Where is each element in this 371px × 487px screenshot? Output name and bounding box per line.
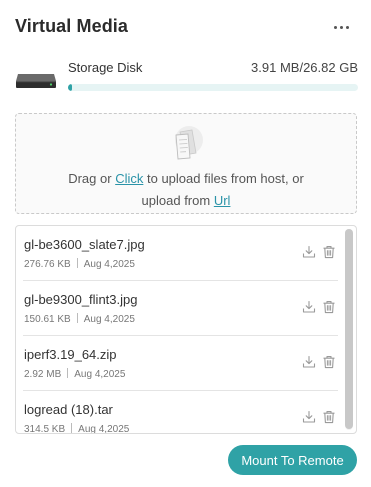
file-size: 314.5 KB [24,424,66,433]
file-date: Aug 4,2025 [78,424,130,433]
file-date: Aug 4,2025 [83,259,135,270]
more-options-button[interactable] [330,17,352,37]
meta-divider [67,368,69,378]
file-date: Aug 4,2025 [83,314,135,325]
disk-usage-bar-fill [68,84,73,91]
file-meta: 150.61 KB Aug 4,2025 [24,313,135,325]
url-upload-link[interactable]: Url [214,193,231,208]
meta-divider [76,313,78,323]
file-name: gl-be9300_flint3.jpg [24,292,138,307]
disk-usage: 3.91 MB/26.82 GB [251,60,358,75]
upload-dropzone[interactable]: Drag or Click to upload files from host,… [15,113,357,214]
disk-usage-bar [68,84,358,91]
trash-icon[interactable] [322,245,336,259]
more-horizontal-icon [333,25,337,29]
download-icon[interactable] [302,245,316,259]
file-date: Aug 4,2025 [74,369,126,380]
file-list: gl-be3600_slate7.jpg 276.76 KB Aug 4,2025 g… [15,225,357,434]
file-meta: 276.76 KB Aug 4,2025 [24,258,135,270]
file-name: logread (18).tar [24,402,113,417]
file-row[interactable]: logread (18).tar 314.5 KB Aug 4,2025 [23,391,338,433]
file-size: 2.92 MB [24,369,62,380]
download-icon[interactable] [302,355,316,369]
disk-name: Storage Disk [68,60,143,75]
file-row[interactable]: gl-be3600_slate7.jpg 276.76 KB Aug 4,2025 [23,226,338,281]
dropzone-text: Drag or Click to upload files from host,… [68,171,304,208]
mount-to-remote-button[interactable]: Mount To Remote [228,445,357,475]
trash-icon[interactable] [322,355,336,369]
file-meta: 2.92 MB Aug 4,2025 [24,368,125,380]
meta-divider [71,423,73,433]
file-name: gl-be3600_slate7.jpg [24,237,145,252]
file-meta: 314.5 KB Aug 4,2025 [24,423,129,433]
trash-icon[interactable] [322,410,336,424]
click-upload-link[interactable]: Click [115,171,143,186]
hard-drive-icon [16,74,56,88]
scrollbar[interactable] [345,229,353,430]
file-name: iperf3.19_64.zip [24,347,117,362]
file-size: 150.61 KB [24,314,71,325]
document-upload-icon [175,126,203,160]
file-size: 276.76 KB [24,259,71,270]
meta-divider [76,258,78,268]
file-row[interactable]: gl-be9300_flint3.jpg 150.61 KB Aug 4,2025 [23,281,338,336]
download-icon[interactable] [302,300,316,314]
scrollbar-thumb[interactable] [345,229,353,429]
download-icon[interactable] [302,410,316,424]
panel-header: Virtual Media [15,16,358,42]
trash-icon[interactable] [322,300,336,314]
page-title: Virtual Media [15,16,129,36]
file-row[interactable]: iperf3.19_64.zip 2.92 MB Aug 4,2025 [23,336,338,391]
file-list-scroll: gl-be3600_slate7.jpg 276.76 KB Aug 4,2025 g… [16,226,342,433]
storage-disk-row: Storage Disk 3.91 MB/26.82 GB [15,60,358,94]
